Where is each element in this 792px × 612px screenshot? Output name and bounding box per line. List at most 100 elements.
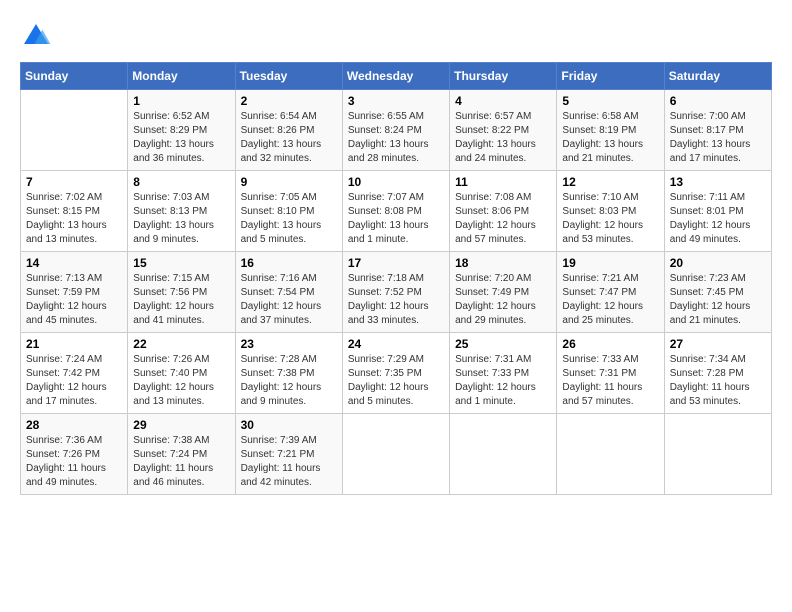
calendar-cell: 6 Sunrise: 7:00 AMSunset: 8:17 PMDaylight… xyxy=(664,90,771,171)
day-info: Sunrise: 7:21 AMSunset: 7:47 PMDaylight:… xyxy=(562,272,658,328)
day-info: Sunrise: 7:24 AMSunset: 7:42 PMDaylight:… xyxy=(26,353,122,409)
weekday-header-thursday: Thursday xyxy=(450,63,557,90)
calendar-week-row: 14Sunrise: 7:13 AMSunset: 7:59 PMDayligh… xyxy=(21,252,772,333)
day-info: Sunrise: 6:55 AMSunset: 8:24 PMDaylight:… xyxy=(348,110,444,166)
calendar-cell xyxy=(450,414,557,495)
logo-icon xyxy=(20,20,52,52)
day-info: Sunrise: 7:36 AMSunset: 7:26 PMDaylight:… xyxy=(26,434,122,490)
calendar-week-row: 7Sunrise: 7:02 AMSunset: 8:15 PMDaylight… xyxy=(21,171,772,252)
calendar-cell xyxy=(557,414,664,495)
calendar-cell xyxy=(664,414,771,495)
day-number: 23 xyxy=(241,337,337,351)
day-number: 18 xyxy=(455,256,551,270)
weekday-header-monday: Monday xyxy=(128,63,235,90)
calendar-week-row: 28 Sunrise: 7:36 AMSunset: 7:26 PMDayligh… xyxy=(21,414,772,495)
day-number: 30 xyxy=(241,418,337,432)
day-number: 24 xyxy=(348,337,444,351)
day-number: 22 xyxy=(133,337,229,351)
day-number: 17 xyxy=(348,256,444,270)
calendar-cell: 18 Sunrise: 7:20 AMSunset: 7:49 PMDayligh… xyxy=(450,252,557,333)
page-header xyxy=(20,20,772,52)
calendar-cell: 29Sunrise: 7:38 AMSunset: 7:24 PMDayligh… xyxy=(128,414,235,495)
day-info: Sunrise: 7:11 AMSunset: 8:01 PMDaylight:… xyxy=(670,191,766,247)
calendar-cell: 2 Sunrise: 6:54 AMSunset: 8:26 PMDaylight… xyxy=(235,90,342,171)
day-info: Sunrise: 7:13 AMSunset: 7:59 PMDaylight:… xyxy=(26,272,122,328)
day-info: Sunrise: 7:23 AMSunset: 7:45 PMDaylight:… xyxy=(670,272,766,328)
calendar-cell: 9 Sunrise: 7:05 AMSunset: 8:10 PMDaylight… xyxy=(235,171,342,252)
day-number: 16 xyxy=(241,256,337,270)
weekday-header-friday: Friday xyxy=(557,63,664,90)
day-number: 12 xyxy=(562,175,658,189)
day-number: 21 xyxy=(26,337,122,351)
day-number: 10 xyxy=(348,175,444,189)
day-number: 9 xyxy=(241,175,337,189)
day-number: 3 xyxy=(348,94,444,108)
calendar-cell: 20 Sunrise: 7:23 AMSunset: 7:45 PMDayligh… xyxy=(664,252,771,333)
calendar-cell: 21 Sunrise: 7:24 AMSunset: 7:42 PMDayligh… xyxy=(21,333,128,414)
calendar-cell: 30 Sunrise: 7:39 AMSunset: 7:21 PMDayligh… xyxy=(235,414,342,495)
calendar-cell: 16 Sunrise: 7:16 AMSunset: 7:54 PMDayligh… xyxy=(235,252,342,333)
day-info: Sunrise: 6:58 AMSunset: 8:19 PMDaylight:… xyxy=(562,110,658,166)
day-info: Sunrise: 7:20 AMSunset: 7:49 PMDaylight:… xyxy=(455,272,551,328)
day-info: Sunrise: 6:54 AMSunset: 8:26 PMDaylight:… xyxy=(241,110,337,166)
day-number: 6 xyxy=(670,94,766,108)
day-number: 27 xyxy=(670,337,766,351)
day-number: 15 xyxy=(133,256,229,270)
day-number: 7 xyxy=(26,175,122,189)
calendar-cell: 8 Sunrise: 7:03 AMSunset: 8:13 PMDaylight… xyxy=(128,171,235,252)
day-info: Sunrise: 7:10 AMSunset: 8:03 PMDaylight:… xyxy=(562,191,658,247)
day-number: 25 xyxy=(455,337,551,351)
day-info: Sunrise: 7:05 AMSunset: 8:10 PMDaylight:… xyxy=(241,191,337,247)
calendar-cell: 3 Sunrise: 6:55 AMSunset: 8:24 PMDaylight… xyxy=(342,90,449,171)
day-info: Sunrise: 7:00 AMSunset: 8:17 PMDaylight:… xyxy=(670,110,766,166)
calendar-cell xyxy=(21,90,128,171)
day-info: Sunrise: 7:03 AMSunset: 8:13 PMDaylight:… xyxy=(133,191,229,247)
calendar-cell: 5Sunrise: 6:58 AMSunset: 8:19 PMDaylight… xyxy=(557,90,664,171)
calendar-cell: 19 Sunrise: 7:21 AMSunset: 7:47 PMDayligh… xyxy=(557,252,664,333)
weekday-header-sunday: Sunday xyxy=(21,63,128,90)
day-info: Sunrise: 7:31 AMSunset: 7:33 PMDaylight:… xyxy=(455,353,551,409)
day-number: 28 xyxy=(26,418,122,432)
day-info: Sunrise: 7:28 AMSunset: 7:38 PMDaylight:… xyxy=(241,353,337,409)
day-info: Sunrise: 7:33 AMSunset: 7:31 PMDaylight:… xyxy=(562,353,658,409)
calendar-cell xyxy=(342,414,449,495)
weekday-header-saturday: Saturday xyxy=(664,63,771,90)
day-info: Sunrise: 7:15 AMSunset: 7:56 PMDaylight:… xyxy=(133,272,229,328)
day-info: Sunrise: 7:26 AMSunset: 7:40 PMDaylight:… xyxy=(133,353,229,409)
calendar-cell: 24 Sunrise: 7:29 AMSunset: 7:35 PMDayligh… xyxy=(342,333,449,414)
day-info: Sunrise: 6:52 AMSunset: 8:29 PMDaylight:… xyxy=(133,110,229,166)
day-number: 26 xyxy=(562,337,658,351)
calendar-cell: 25 Sunrise: 7:31 AMSunset: 7:33 PMDayligh… xyxy=(450,333,557,414)
day-info: Sunrise: 7:07 AMSunset: 8:08 PMDaylight:… xyxy=(348,191,444,247)
calendar-cell: 7Sunrise: 7:02 AMSunset: 8:15 PMDaylight… xyxy=(21,171,128,252)
day-number: 11 xyxy=(455,175,551,189)
calendar-cell: 26 Sunrise: 7:33 AMSunset: 7:31 PMDayligh… xyxy=(557,333,664,414)
calendar-cell: 14Sunrise: 7:13 AMSunset: 7:59 PMDayligh… xyxy=(21,252,128,333)
day-number: 8 xyxy=(133,175,229,189)
day-info: Sunrise: 7:08 AMSunset: 8:06 PMDaylight:… xyxy=(455,191,551,247)
calendar-cell: 12 Sunrise: 7:10 AMSunset: 8:03 PMDayligh… xyxy=(557,171,664,252)
day-number: 20 xyxy=(670,256,766,270)
day-info: Sunrise: 7:39 AMSunset: 7:21 PMDaylight:… xyxy=(241,434,337,490)
day-number: 1 xyxy=(133,94,229,108)
day-number: 29 xyxy=(133,418,229,432)
calendar-cell: 27 Sunrise: 7:34 AMSunset: 7:28 PMDayligh… xyxy=(664,333,771,414)
calendar-cell: 11 Sunrise: 7:08 AMSunset: 8:06 PMDayligh… xyxy=(450,171,557,252)
weekday-header-tuesday: Tuesday xyxy=(235,63,342,90)
calendar-cell: 22 Sunrise: 7:26 AMSunset: 7:40 PMDayligh… xyxy=(128,333,235,414)
day-info: Sunrise: 7:34 AMSunset: 7:28 PMDaylight:… xyxy=(670,353,766,409)
day-info: Sunrise: 7:18 AMSunset: 7:52 PMDaylight:… xyxy=(348,272,444,328)
calendar-cell: 17 Sunrise: 7:18 AMSunset: 7:52 PMDayligh… xyxy=(342,252,449,333)
logo xyxy=(20,20,56,52)
day-info: Sunrise: 7:29 AMSunset: 7:35 PMDaylight:… xyxy=(348,353,444,409)
day-number: 19 xyxy=(562,256,658,270)
day-info: Sunrise: 7:16 AMSunset: 7:54 PMDaylight:… xyxy=(241,272,337,328)
calendar-cell: 28 Sunrise: 7:36 AMSunset: 7:26 PMDayligh… xyxy=(21,414,128,495)
day-number: 2 xyxy=(241,94,337,108)
calendar-cell: 4Sunrise: 6:57 AMSunset: 8:22 PMDaylight… xyxy=(450,90,557,171)
day-number: 4 xyxy=(455,94,551,108)
calendar-table: SundayMondayTuesdayWednesdayThursdayFrid… xyxy=(20,62,772,495)
day-number: 13 xyxy=(670,175,766,189)
calendar-week-row: 1 Sunrise: 6:52 AMSunset: 8:29 PMDaylight… xyxy=(21,90,772,171)
calendar-cell: 23 Sunrise: 7:28 AMSunset: 7:38 PMDayligh… xyxy=(235,333,342,414)
